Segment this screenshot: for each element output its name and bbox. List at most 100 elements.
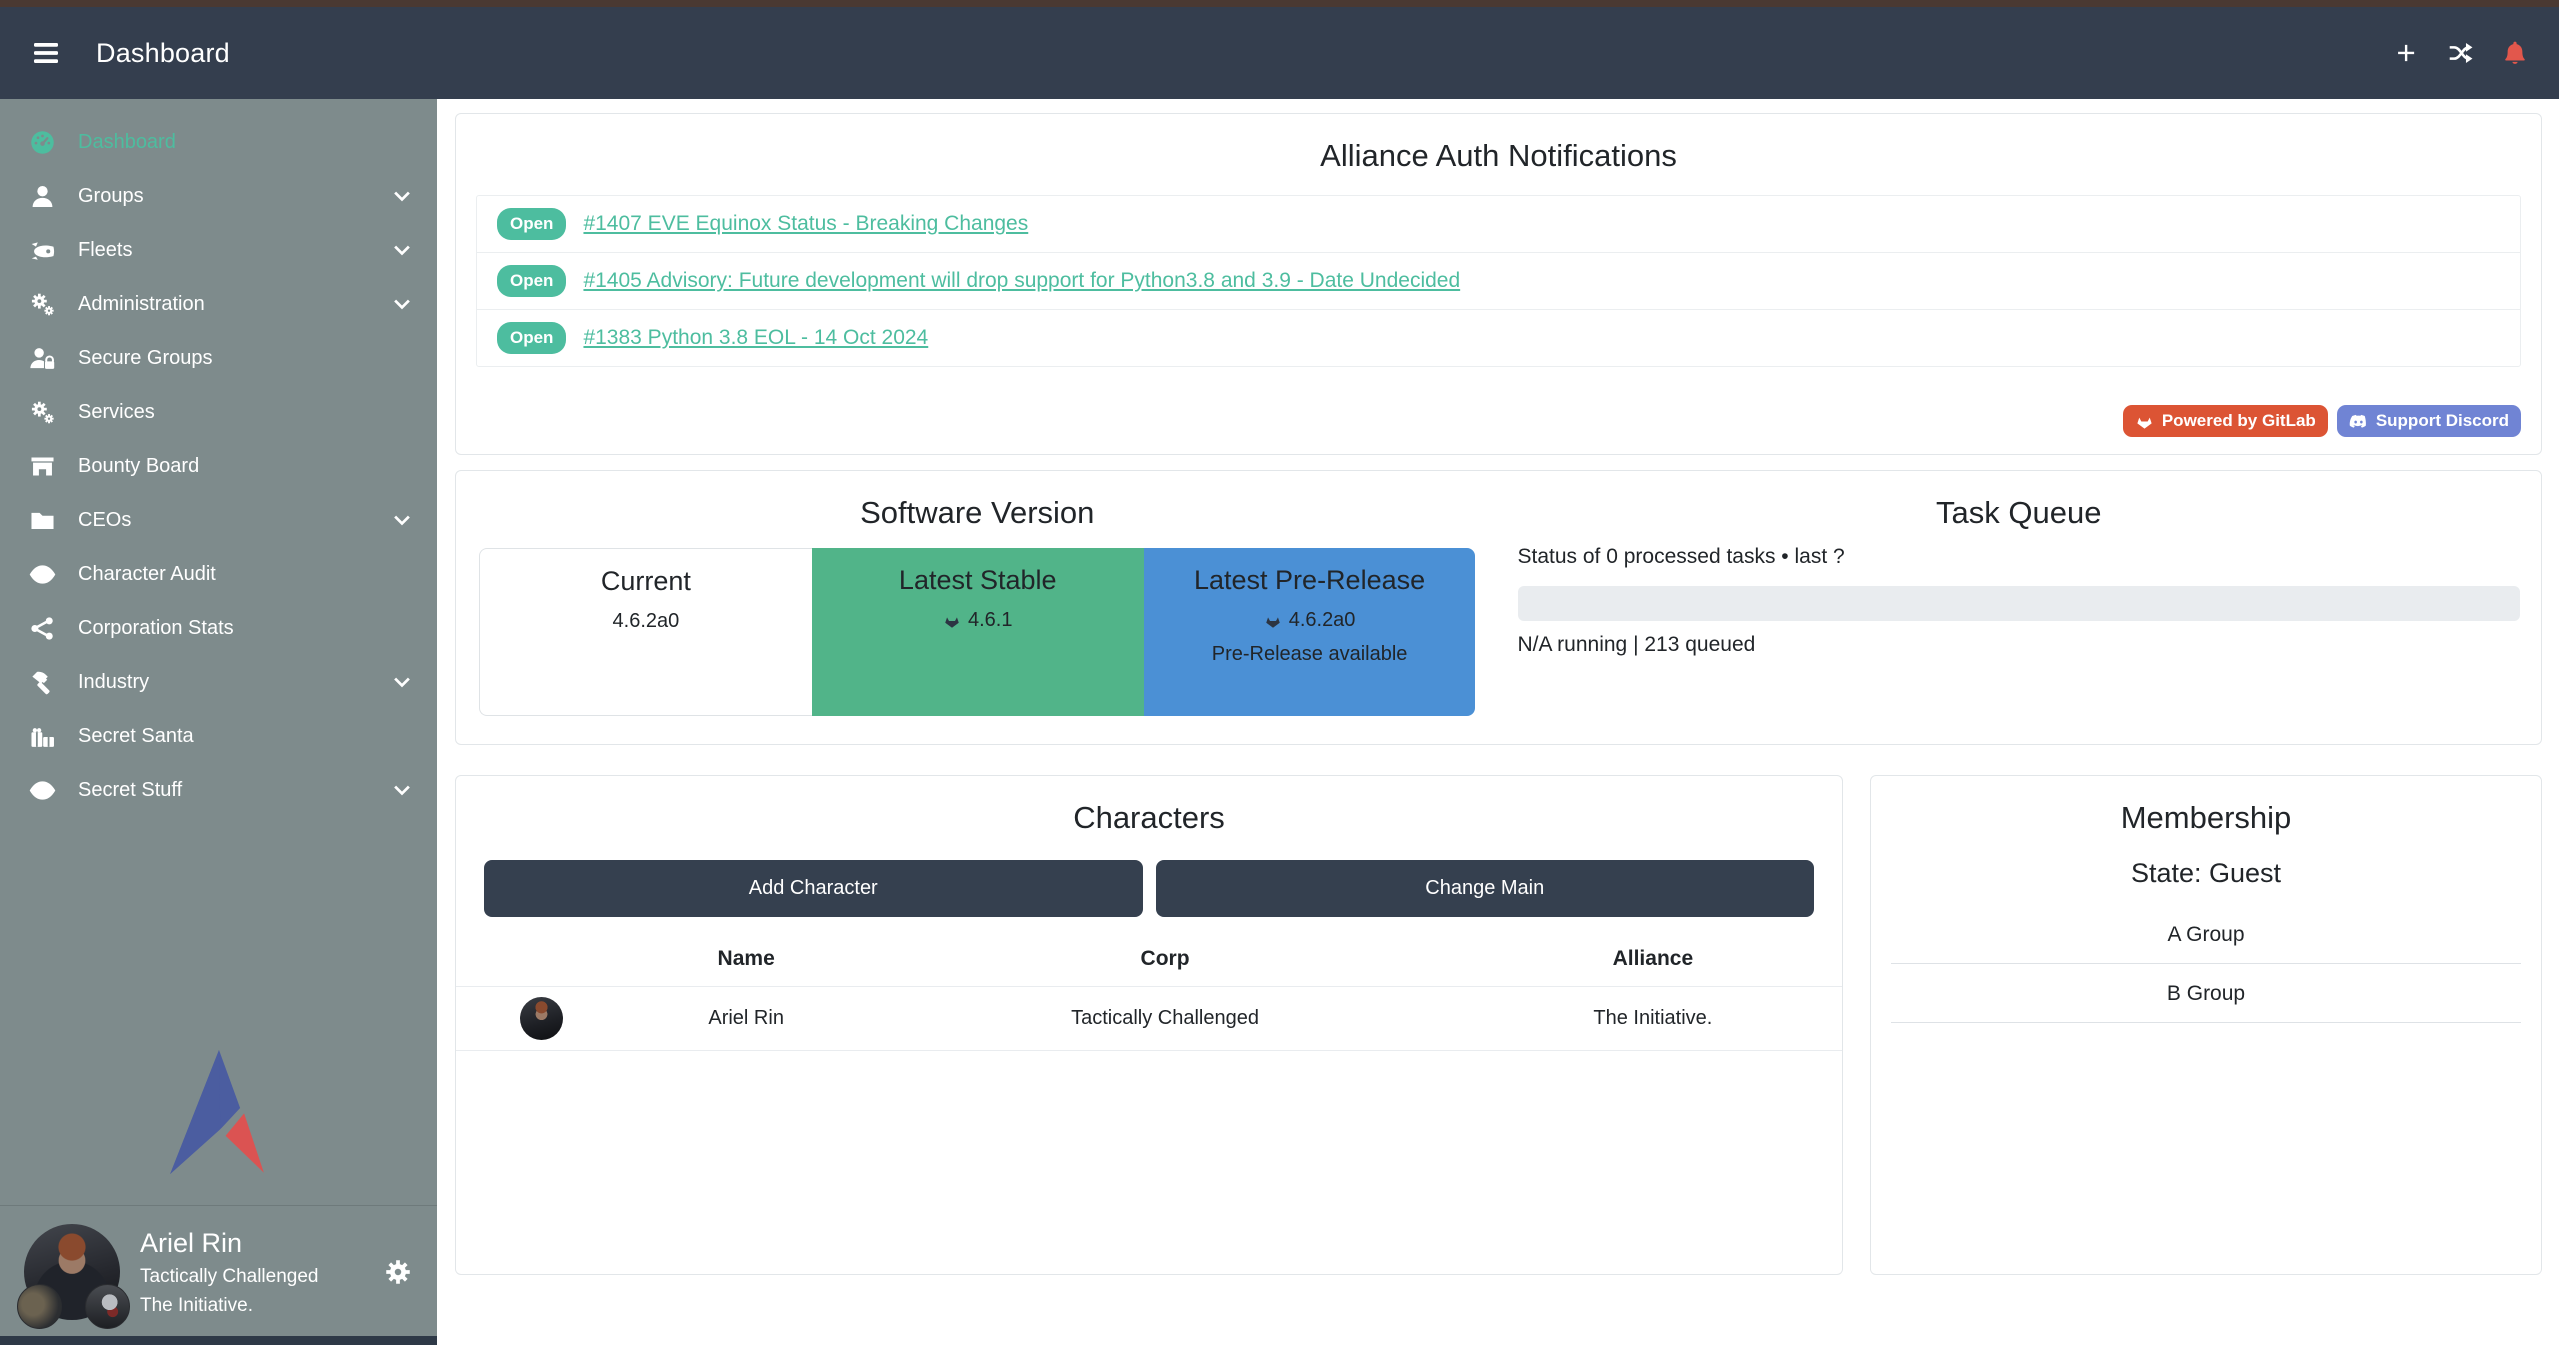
add-character-button[interactable]: Add Character xyxy=(484,860,1143,917)
characters-title: Characters xyxy=(456,800,1842,836)
version-box: Current 4.6.2a0 Latest Stable 4.6.1 xyxy=(479,548,1476,716)
alliance-auth-logo xyxy=(151,1046,287,1183)
group-row: B Group xyxy=(1891,964,2521,1023)
bell-icon xyxy=(2501,39,2529,67)
column-header-name: Name xyxy=(626,937,866,987)
main-content: Alliance Auth Notifications Open #1407 E… xyxy=(437,99,2559,1345)
alliance-logo-badge xyxy=(85,1284,130,1329)
sidebar-item-secure-groups[interactable]: Secure Groups xyxy=(0,331,437,385)
sidebar-item-label: Secret Stuff xyxy=(78,779,182,802)
sidebar-item-label: Secure Groups xyxy=(78,347,213,370)
task-status-line: Status of 0 processed tasks • last ? xyxy=(1518,545,2521,569)
sidebar-item-administration[interactable]: Administration xyxy=(0,277,437,331)
column-header-portrait xyxy=(456,937,626,987)
sidebar-item-label: Bounty Board xyxy=(78,455,199,478)
sidebar-item-secret-santa[interactable]: Secret Santa xyxy=(0,709,437,763)
sidebar-item-fleets[interactable]: Fleets xyxy=(0,223,437,277)
group-row: A Group xyxy=(1891,905,2521,964)
character-row: Ariel Rin Tactically Challenged The Init… xyxy=(456,987,1842,1051)
status-badge: Open xyxy=(497,322,566,354)
sidebar-item-dashboard[interactable]: Dashboard xyxy=(0,115,437,169)
notifications-button[interactable] xyxy=(2501,39,2529,67)
user-name: Ariel Rin xyxy=(140,1228,319,1259)
user-settings-button[interactable] xyxy=(383,1257,413,1287)
user-corp: Tactically Challenged xyxy=(140,1266,319,1288)
gitlab-tanuki-icon xyxy=(1264,612,1282,630)
notification-link[interactable]: #1383 Python 3.8 EOL - 14 Oct 2024 xyxy=(583,326,928,350)
sidebar-item-secret-stuff[interactable]: Secret Stuff xyxy=(0,763,437,817)
gears-icon xyxy=(27,289,57,319)
notification-row: Open #1405 Advisory: Future development … xyxy=(477,253,2520,310)
user-avatar xyxy=(24,1224,120,1320)
version-current: Current 4.6.2a0 xyxy=(479,548,812,716)
column-header-corp: Corp xyxy=(866,937,1463,987)
shuffle-icon xyxy=(2447,40,2473,66)
plus-icon xyxy=(2393,40,2419,66)
characters-panel: Characters Add Character Change Main Nam… xyxy=(455,775,1843,1275)
sidebar-item-label: CEOs xyxy=(78,509,131,532)
version-prerelease: Latest Pre-Release 4.6.2a0 Pre-Release a… xyxy=(1144,548,1476,716)
membership-state: State: Guest xyxy=(1871,858,2541,889)
chevron-down-icon xyxy=(391,239,413,261)
page-title: Dashboard xyxy=(96,38,230,69)
gear-icon xyxy=(383,1257,413,1287)
chevron-down-icon xyxy=(391,509,413,531)
switch-character-button[interactable] xyxy=(2447,40,2473,66)
notifications-title: Alliance Auth Notifications xyxy=(456,138,2541,174)
sidebar-menu: Dashboard Groups Fleets Ad xyxy=(0,99,437,817)
character-portrait xyxy=(520,997,563,1040)
folder-icon xyxy=(27,505,57,535)
column-header-alliance: Alliance xyxy=(1464,937,1842,987)
chevron-down-icon xyxy=(391,671,413,693)
tachometer-icon xyxy=(27,127,57,157)
notifications-list: Open #1407 EVE Equinox Status - Breaking… xyxy=(476,195,2521,367)
prerelease-note: Pre-Release available xyxy=(1144,643,1476,666)
user-panel: Ariel Rin Tactically Challenged The Init… xyxy=(0,1206,437,1336)
change-main-button[interactable]: Change Main xyxy=(1156,860,1815,917)
hammer-icon xyxy=(27,667,57,697)
add-button[interactable] xyxy=(2393,40,2419,66)
sidebar-item-corporation-stats[interactable]: Corporation Stats xyxy=(0,601,437,655)
user-alliance: The Initiative. xyxy=(140,1295,319,1317)
sidebar-item-groups[interactable]: Groups xyxy=(0,169,437,223)
hamburger-icon xyxy=(30,37,62,69)
sidebar-item-label: Groups xyxy=(78,185,144,208)
task-queue-title: Task Queue xyxy=(1518,495,2521,531)
notification-link[interactable]: #1407 EVE Equinox Status - Breaking Chan… xyxy=(583,212,1028,236)
notifications-footer: Powered by GitLab Support Discord xyxy=(476,405,2521,437)
sidebar: Dashboard Groups Fleets Ad xyxy=(0,99,437,1345)
sidebar-item-bounty-board[interactable]: Bounty Board xyxy=(0,439,437,493)
sidebar-item-label: Secret Santa xyxy=(78,725,194,748)
character-alliance: The Initiative. xyxy=(1464,987,1842,1051)
sidebar-item-industry[interactable]: Industry xyxy=(0,655,437,709)
gitlab-tanuki-icon xyxy=(943,612,961,630)
notifications-panel: Alliance Auth Notifications Open #1407 E… xyxy=(455,113,2542,455)
sidebar-item-services[interactable]: Services xyxy=(0,385,437,439)
gitlab-tanuki-icon xyxy=(2135,412,2154,431)
chevron-down-icon xyxy=(391,293,413,315)
discord-badge[interactable]: Support Discord xyxy=(2337,405,2521,437)
share-icon xyxy=(27,613,57,643)
software-version-title: Software Version xyxy=(479,495,1476,531)
discord-icon xyxy=(2349,412,2368,431)
membership-title: Membership xyxy=(1871,800,2541,836)
sidebar-item-label: Fleets xyxy=(78,239,132,262)
sidebar-item-label: Dashboard xyxy=(78,131,176,154)
gitlab-badge[interactable]: Powered by GitLab xyxy=(2123,405,2328,437)
sidebar-item-label: Administration xyxy=(78,293,205,316)
store-icon xyxy=(27,451,57,481)
task-queue-section: Task Queue Status of 0 processed tasks •… xyxy=(1499,471,2542,744)
software-version-section: Software Version Current 4.6.2a0 Latest … xyxy=(456,471,1499,744)
notification-row: Open #1407 EVE Equinox Status - Breaking… xyxy=(477,196,2520,253)
sidebar-item-character-audit[interactable]: Character Audit xyxy=(0,547,437,601)
menu-toggle-button[interactable] xyxy=(30,37,62,69)
notification-link[interactable]: #1405 Advisory: Future development will … xyxy=(583,269,1460,293)
status-badge: Open xyxy=(497,208,566,240)
status-panel: Software Version Current 4.6.2a0 Latest … xyxy=(455,470,2542,745)
sidebar-item-label: Character Audit xyxy=(78,563,216,586)
gears-icon xyxy=(27,397,57,427)
membership-panel: Membership State: Guest A Group B Group xyxy=(1870,775,2542,1275)
sidebar-item-ceos[interactable]: CEOs xyxy=(0,493,437,547)
eye-icon xyxy=(27,775,57,805)
version-stable: Latest Stable 4.6.1 xyxy=(812,548,1144,716)
